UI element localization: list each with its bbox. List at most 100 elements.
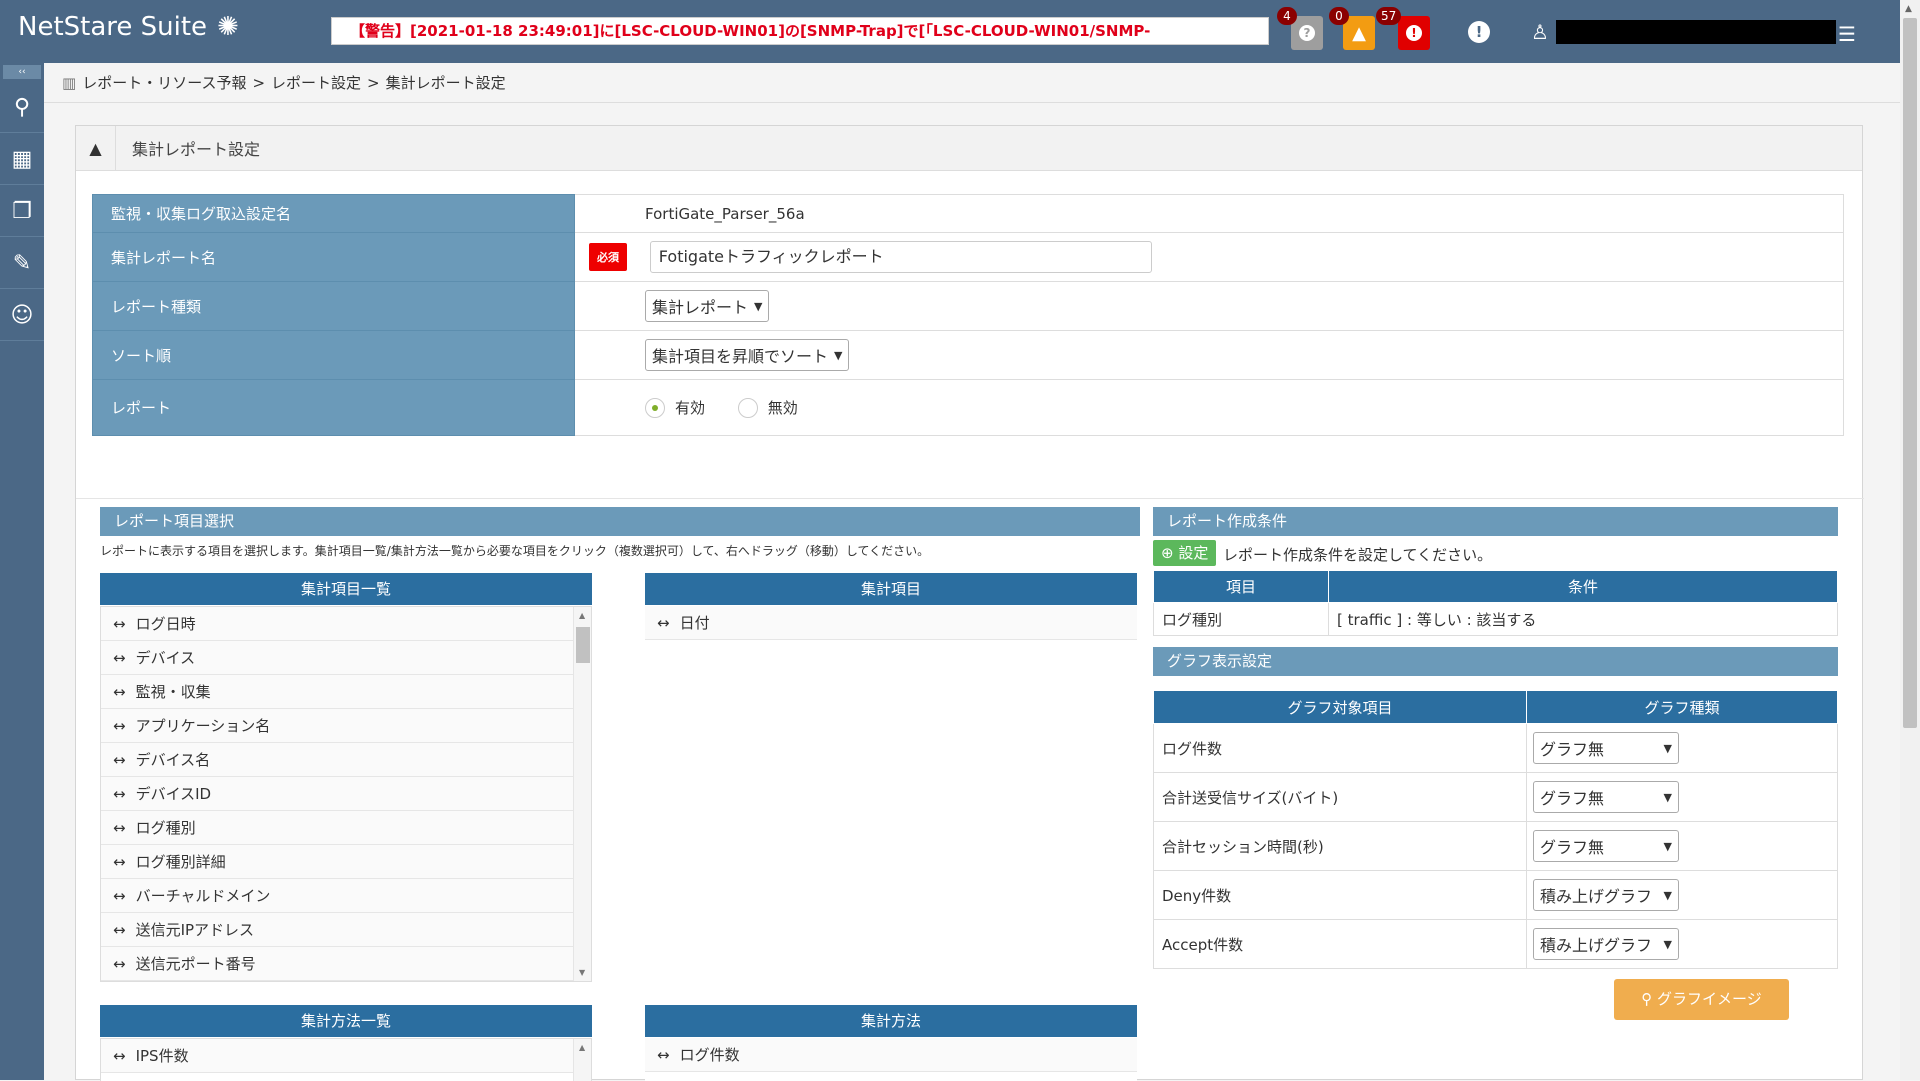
enabled-label[interactable]: 有効 [675,399,705,417]
move-arrow-icon: ↔ [113,887,126,905]
top-header: NetStare Suite ✺ 【警告】[2021-01-18 23:49:0… [0,0,1900,63]
scrollbar-thumb[interactable] [1903,18,1917,728]
graph-type-select[interactable]: グラフ無 ▼ [1533,732,1679,764]
list-item[interactable]: ↔ IPS件数 [101,1039,591,1073]
move-arrow-icon: ↔ [113,853,126,871]
chevron-down-icon: ▼ [1663,888,1672,902]
scroll-down-icon[interactable]: ▼ [579,968,585,977]
brand-logo[interactable]: NetStare Suite ✺ [18,12,239,42]
user-icon[interactable]: ♙ [1531,20,1549,44]
breadcrumb-report-settings[interactable]: レポート設定 [271,72,361,93]
page-scrollbar[interactable]: ▲ [1900,0,1920,1080]
col-graph-target: グラフ対象項目 [1153,690,1527,724]
search-icon: ⚲ [1641,990,1653,1008]
warning-alert-button[interactable]: 0 ▲ [1329,7,1375,50]
list-item[interactable]: ↔ ログ種別詳細 [101,845,591,879]
sort-order-select[interactable]: 集計項目を昇順でソート ▼ [645,339,850,371]
all-items-list[interactable]: ↔ ログ日時 ↔ デバイス ↔ 監視・収集 ↔ アプリケーション名 ↔ デバイス名 ↔ デバ… [100,606,592,982]
graph-type-select[interactable]: グラフ無 ▼ [1533,781,1679,813]
col-item: 項目 [1153,570,1329,603]
chevron-down-icon: ▼ [834,348,843,362]
report-name-input[interactable]: Fotigateトラフィックレポート [649,241,1152,273]
panel-header: ▲ 集計レポート設定 [76,125,1862,171]
sidebar-users[interactable]: ☺ [0,291,44,341]
unknown-alert-button[interactable]: 4 ? [1277,7,1323,50]
list-item[interactable]: ↔ アプリケーション名 [101,709,591,743]
list-item[interactable]: ↔ デバイス名 [101,743,591,777]
disabled-radio[interactable] [737,397,758,418]
source-value: FortiGate_Parser_56a [574,194,1844,233]
list-item[interactable]: ↔ ログ種別 [101,811,591,845]
breadcrumb-reports[interactable]: レポート・リソース予報 [82,72,246,93]
list-item[interactable]: ↔ 送信元ポート番号 [101,947,591,981]
move-arrow-icon: ↔ [113,751,126,769]
report-type-select[interactable]: 集計レポート ▼ [645,290,770,322]
sidebar-tools[interactable]: ✎ [0,239,44,289]
report-name-label: 集計レポート名 [92,232,575,282]
table-row: 合計セッション時間(秒) グラフ無 ▼ [1153,821,1838,871]
col-graph-type: グラフ種類 [1526,690,1838,724]
report-status-cell: 有効 無効 [574,379,1844,436]
list-item[interactable]: ↔ ログ日時 [101,607,591,641]
move-arrow-icon: ↔ [113,1047,126,1065]
required-badge: 必須 [589,243,627,271]
list-item[interactable]: ↔ 送信元IPアドレス [101,913,591,947]
graph-type-select[interactable]: 積み上げグラフ ▼ [1533,928,1679,960]
move-arrow-icon: ↔ [113,683,126,701]
selected-methods-list[interactable]: ↔ ログ件数 [645,1038,1137,1081]
col-condition: 条件 [1328,570,1838,603]
list-scrollbar[interactable]: ▲ [573,1039,591,1081]
conditions-hint: レポート作成条件を設定してください。 [1223,546,1493,564]
move-arrow-icon: ↔ [113,819,126,837]
list-item[interactable]: ↔ デバイス [101,641,591,675]
sidebar-search[interactable]: ⚲ [0,83,44,133]
list-scrollbar[interactable]: ▲ ▼ [573,607,591,981]
menu-icon[interactable]: ☰ [1838,22,1856,46]
table-row: ログ件数 グラフ無 ▼ [1153,723,1838,773]
list-scrollbar-thumb[interactable] [576,627,590,663]
enabled-radio[interactable] [645,397,665,418]
graph-image-button[interactable]: ⚲ グラフイメージ [1614,979,1789,1020]
chevron-down-icon: ▼ [1663,839,1672,853]
user-name-redacted[interactable] [1556,20,1836,44]
selected-items-list[interactable]: ↔ 日付 [645,606,1137,640]
warning-icon: ▲ [76,125,116,171]
list-item[interactable]: ↔ 日付 [645,606,1137,640]
report-type-cell: 集計レポート ▼ [574,281,1844,331]
breadcrumb-separator: > [252,73,266,92]
table-row: Accept件数 積み上げグラフ ▼ [1153,919,1838,969]
info-icon[interactable]: ! [1468,21,1490,43]
scroll-up-icon[interactable]: ▲ [579,1043,585,1052]
report-status-label: レポート [92,379,575,436]
list-item[interactable]: ↔ ログ件数 [645,1038,1137,1072]
conditions-section-header: レポート作成条件 [1153,507,1838,536]
exclamation-icon: ! [1406,25,1422,41]
wrench-icon: ✎ [12,251,32,276]
chevron-down-icon: ▼ [1663,741,1672,755]
alert-ticker[interactable]: 【警告】[2021-01-18 23:49:01]に[LSC-CLOUD-WIN… [331,17,1269,45]
question-icon: ? [1299,25,1315,41]
list-item[interactable]: ↔ 監視・収集 [101,675,591,709]
graph-type-select[interactable]: グラフ無 ▼ [1533,830,1679,862]
selected-methods-header: 集計方法 [645,1005,1137,1037]
scroll-up-icon[interactable]: ▲ [579,611,585,620]
set-conditions-button[interactable]: ⊕ 設定 [1153,540,1217,566]
warning-alert-count: 0 [1329,7,1349,25]
breadcrumb-current: 集計レポート設定 [385,74,506,92]
scroll-up-icon[interactable]: ▲ [1905,4,1912,14]
critical-alert-button[interactable]: 57 ! [1376,7,1430,50]
sidebar-documents[interactable]: ❐ [0,187,44,237]
table-row: ログ種別 [ traffic ] : 等しい : 該当する [1153,602,1838,636]
methods-list[interactable]: ↔ IPS件数 ▲ [100,1038,592,1081]
disabled-label[interactable]: 無効 [768,399,798,417]
report-type-value: 集計レポート [652,298,749,317]
list-item[interactable]: ↔ バーチャルドメイン [101,879,591,913]
move-arrow-icon: ↔ [657,1046,670,1064]
documents-icon: ❐ [12,199,32,224]
list-item[interactable]: ↔ デバイスID [101,777,591,811]
graph-type-select[interactable]: 積み上げグラフ ▼ [1533,879,1679,911]
sidebar-report[interactable]: ▦ [0,135,44,185]
move-arrow-icon: ↔ [113,649,126,667]
table-row: Deny件数 積み上げグラフ ▼ [1153,870,1838,920]
sidebar-toggle[interactable]: ‹‹ [3,65,41,79]
